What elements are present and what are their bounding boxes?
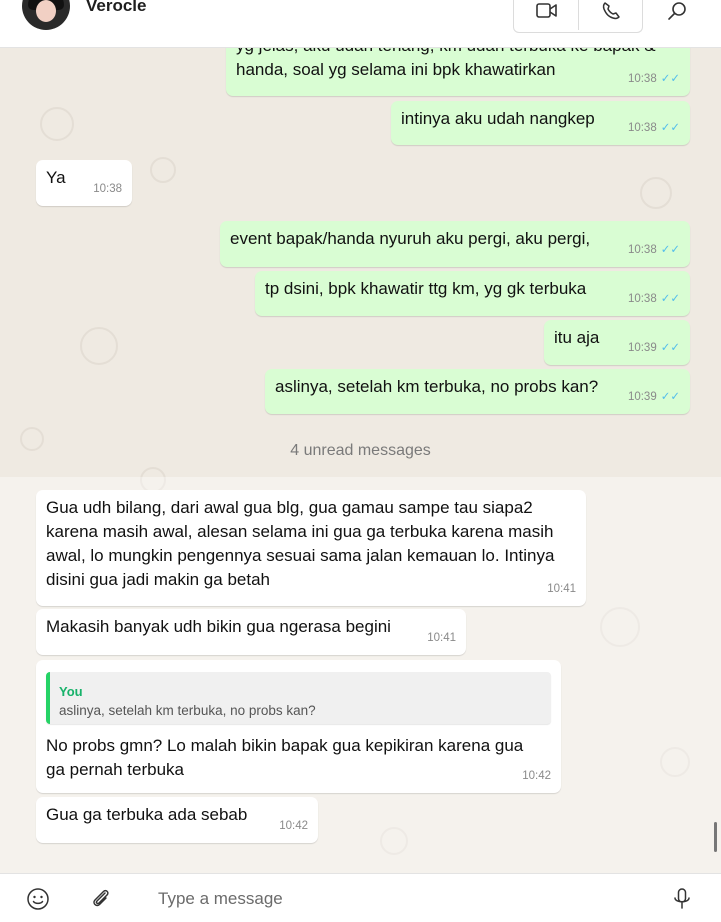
search-button[interactable] xyxy=(657,0,697,26)
voice-call-button[interactable] xyxy=(591,0,631,26)
video-call-icon xyxy=(536,3,557,18)
paperclip-icon xyxy=(93,889,109,907)
message-composer xyxy=(0,873,721,922)
message-bubble[interactable]: aslinya, setelah km terbuka, no probs ka… xyxy=(265,369,690,414)
microphone-icon xyxy=(674,888,690,909)
message-bubble[interactable]: tp dsini, bpk khawatir ttg km, yg gk ter… xyxy=(255,271,690,316)
message-time: 10:38 xyxy=(627,122,657,134)
message-text: No probs gmn? Lo malah bikin bapak gua k… xyxy=(46,736,524,755)
message-time: 10:42 xyxy=(522,770,551,782)
quoted-text: aslinya, setelah km terbuka, no probs ka… xyxy=(59,703,316,718)
message-text: disini gua jadi makin ga betah xyxy=(46,570,270,589)
read-ticks-icon: ✓✓ xyxy=(660,73,680,85)
message-text: aslinya, setelah km terbuka, no probs ka… xyxy=(275,377,599,396)
voice-call-icon xyxy=(602,2,620,20)
read-ticks-icon: ✓✓ xyxy=(660,293,680,305)
message-text: event bapak/handa nyuruh aku pergi, aku … xyxy=(230,229,591,248)
message-bubble[interactable]: itu aja 10:39 ✓✓ xyxy=(544,320,690,365)
call-button-group xyxy=(513,0,643,33)
voice-message-button[interactable] xyxy=(669,886,695,912)
message-bubble[interactable]: Gua udh bilang, dari awal gua blg, gua g… xyxy=(36,490,586,606)
chat-header: Verocle xyxy=(0,0,721,48)
message-bubble[interactable]: intinya aku udah nangkep 10:38 ✓✓ xyxy=(391,101,690,145)
message-text: ga pernah terbuka xyxy=(46,760,184,779)
message-text: handa, soal yg selama ini bpk khawatirka… xyxy=(236,60,556,79)
read-ticks-icon: ✓✓ xyxy=(660,122,680,134)
avatar[interactable] xyxy=(22,0,70,30)
quoted-message[interactable]: You aslinya, setelah km terbuka, no prob… xyxy=(46,672,551,724)
message-text: Gua ga terbuka ada sebab xyxy=(46,805,248,824)
video-call-button[interactable] xyxy=(527,0,567,26)
message-text: awal, lo mungkin pengennya sesuai sama j… xyxy=(46,546,555,565)
read-ticks-icon: ✓✓ xyxy=(660,342,680,354)
message-time: 10:38 xyxy=(627,244,657,256)
message-bubble[interactable]: Ya 10:38 xyxy=(36,160,132,206)
message-bubble[interactable]: Makasih banyak udh bikin gua ngerasa beg… xyxy=(36,609,466,655)
emoji-button[interactable] xyxy=(25,886,51,912)
message-bubble[interactable]: event bapak/handa nyuruh aku pergi, aku … xyxy=(220,221,690,267)
attach-button[interactable] xyxy=(88,886,114,912)
message-time: 10:41 xyxy=(547,583,576,595)
message-bubble[interactable]: You aslinya, setelah km terbuka, no prob… xyxy=(36,660,561,793)
message-text: tp dsini, bpk khawatir ttg km, yg gk ter… xyxy=(265,279,587,298)
read-ticks-icon: ✓✓ xyxy=(660,391,680,403)
scrollbar[interactable] xyxy=(714,822,717,852)
message-time: 10:42 xyxy=(279,820,308,832)
message-bubble[interactable]: Gua ga terbuka ada sebab 10:42 xyxy=(36,797,318,843)
message-text: karena masih awal, alesan selama ini gua… xyxy=(46,522,554,541)
read-ticks-icon: ✓✓ xyxy=(660,244,680,256)
unread-messages-label: 4 unread messages xyxy=(290,442,431,459)
message-text: Gua udh bilang, dari awal gua blg, gua g… xyxy=(46,498,533,517)
message-time: 10:38 xyxy=(93,183,122,195)
message-time: 10:39 xyxy=(627,342,657,354)
message-time: 10:38 xyxy=(627,293,657,305)
message-time: 10:41 xyxy=(427,632,456,644)
emoji-icon xyxy=(27,888,49,910)
message-input[interactable] xyxy=(156,884,640,914)
message-time: 10:38 xyxy=(627,73,657,85)
search-icon xyxy=(668,2,686,20)
message-text: Makasih banyak udh bikin gua ngerasa beg… xyxy=(46,617,391,636)
message-time: 10:39 xyxy=(627,391,657,403)
contact-name[interactable]: Verocle xyxy=(86,0,147,16)
